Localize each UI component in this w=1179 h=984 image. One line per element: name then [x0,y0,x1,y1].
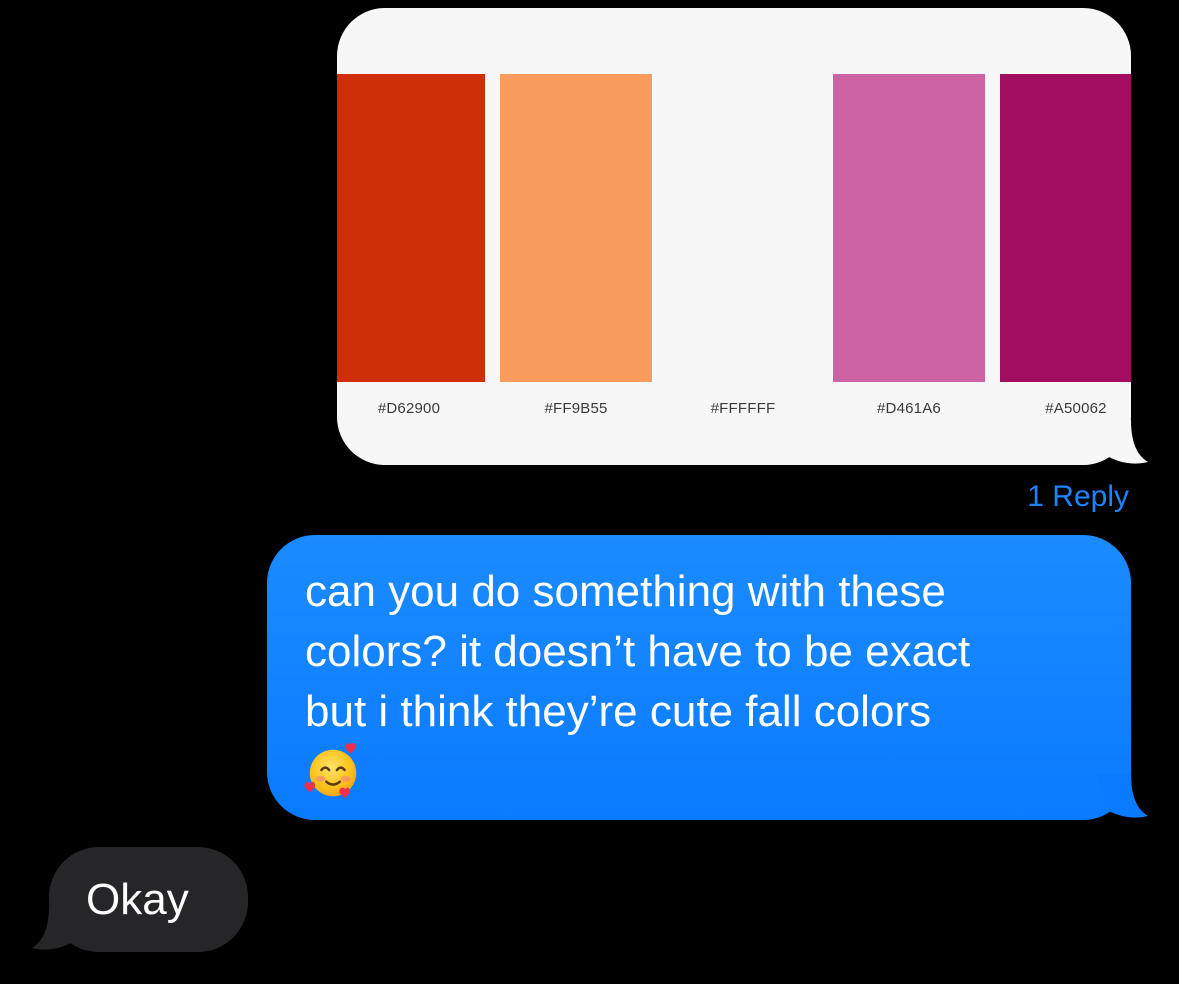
color-swatch-2 [500,74,652,382]
image-message-bubble[interactable]: #D62900 #FF9B55 #FFFFFF #D461A6 #A50062 [337,8,1131,465]
swatch-code-5: #A50062 [1045,400,1107,417]
incoming-message-text: Okay [86,875,189,924]
bubble-tail-icon [32,906,82,950]
swatch-code-2: #FF9B55 [544,400,608,417]
outgoing-message-text: can you do something with these colors? … [305,567,971,736]
color-swatch-4 [833,74,985,382]
outgoing-message-bubble[interactable]: can you do something with these colors? … [267,535,1131,820]
reply-count-link[interactable]: 1 Reply [1027,480,1129,514]
smiling-face-with-hearts-icon [304,743,357,799]
swatch-code-1: #D62900 [377,400,441,417]
bubble-tail-icon [1098,420,1148,464]
color-swatch-1 [337,74,485,382]
swatch-code-3: #FFFFFF [710,400,776,417]
color-swatch-3 [667,74,819,382]
color-swatch-5 [1000,74,1131,382]
bubble-tail-icon [1098,774,1148,818]
swatch-code-4: #D461A6 [877,400,941,417]
